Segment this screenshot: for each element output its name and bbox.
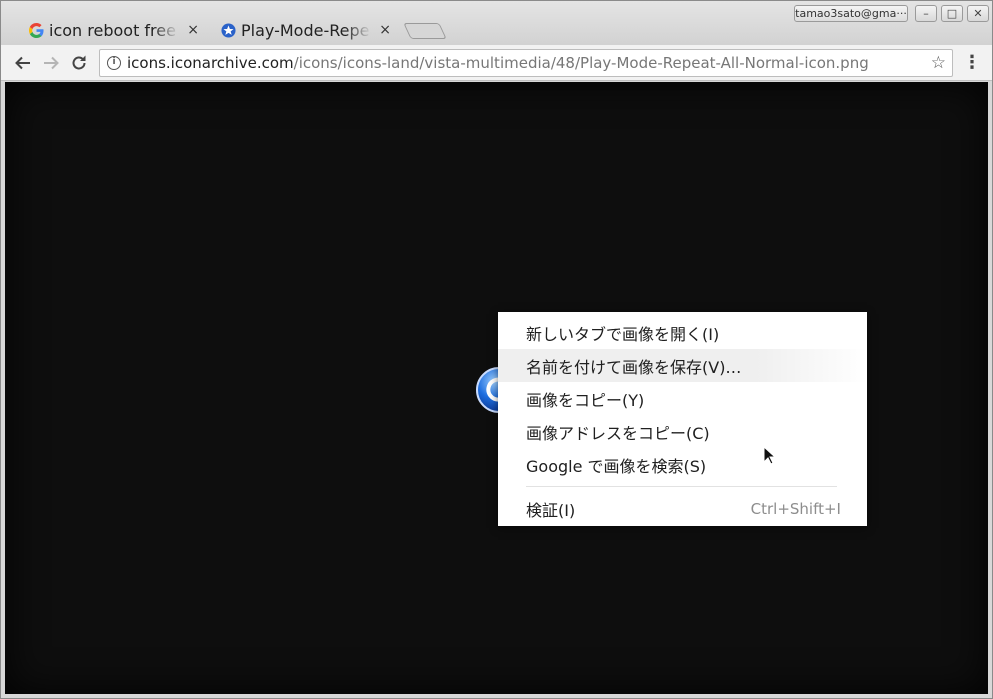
bookmark-star-icon[interactable]: ☆: [931, 53, 946, 73]
tab-strip: icon reboot free - × Play-Mode-Repeat × …: [1, 1, 992, 45]
tab-title: Play-Mode-Repeat: [241, 20, 371, 40]
chrome-menu-icon[interactable]: ⋮: [963, 53, 981, 73]
menu-item-label: Google で画像を検索(S): [526, 456, 707, 476]
arrow-right-icon: [44, 56, 59, 70]
minimize-button[interactable]: –: [915, 5, 937, 22]
tab-title: icon reboot free -: [49, 20, 179, 40]
browser-window: icon reboot free - × Play-Mode-Repeat × …: [0, 0, 993, 699]
tab-google-search[interactable]: icon reboot free - ×: [15, 15, 211, 45]
tab-play-mode-repeat[interactable]: Play-Mode-Repeat ×: [207, 15, 403, 45]
toolbar: i icons.iconarchive.com/icons/icons-land…: [1, 45, 992, 81]
menu-item-shortcut: Ctrl+Shift+I: [750, 499, 841, 518]
star-badge-icon: [221, 23, 236, 38]
menu-item-label: 検証(I): [526, 500, 576, 520]
url-host: icons.iconarchive.com: [127, 54, 294, 72]
menu-item-label: 画像をコピー(Y): [526, 390, 645, 410]
menu-item-inspect[interactable]: 検証(I) Ctrl+Shift+I: [498, 492, 867, 525]
menu-item-copy-image-address[interactable]: 画像アドレスをコピー(C): [498, 415, 867, 448]
menu-divider: [526, 486, 837, 487]
profile-button[interactable]: tamao3sato@gma···: [794, 5, 908, 22]
menu-item-open-image-new-tab[interactable]: 新しいタブで画像を開く(I): [498, 316, 867, 349]
menu-item-save-image-as[interactable]: 名前を付けて画像を保存(V)…: [498, 349, 867, 382]
menu-item-copy-image[interactable]: 画像をコピー(Y): [498, 382, 867, 415]
address-bar[interactable]: i icons.iconarchive.com/icons/icons-land…: [99, 49, 953, 77]
address-url: icons.iconarchive.com/icons/icons-land/v…: [127, 54, 869, 72]
menu-item-label: 名前を付けて画像を保存(V)…: [526, 357, 742, 377]
google-g-icon: [29, 23, 44, 38]
menu-item-label: 画像アドレスをコピー(C): [526, 423, 710, 443]
info-icon[interactable]: i: [107, 56, 121, 70]
tab-close-icon[interactable]: ×: [379, 22, 391, 38]
new-tab-button[interactable]: [403, 23, 447, 39]
reload-button[interactable]: [67, 51, 91, 75]
mouse-pointer-icon: [763, 446, 777, 465]
close-window-button[interactable]: ✕: [967, 5, 989, 22]
forward-button[interactable]: [39, 51, 63, 75]
menu-item-label: 新しいタブで画像を開く(I): [526, 324, 720, 344]
back-button[interactable]: [11, 51, 35, 75]
maximize-button[interactable]: □: [941, 5, 963, 22]
menu-item-search-google-image[interactable]: Google で画像を検索(S): [498, 448, 867, 481]
reload-icon: [72, 55, 86, 70]
context-menu: 新しいタブで画像を開く(I) 名前を付けて画像を保存(V)… 画像をコピー(Y)…: [498, 312, 867, 526]
url-path: /icons/icons-land/vista-multimedia/48/Pl…: [293, 54, 869, 72]
arrow-left-icon: [15, 56, 30, 70]
tab-close-icon[interactable]: ×: [187, 22, 199, 38]
